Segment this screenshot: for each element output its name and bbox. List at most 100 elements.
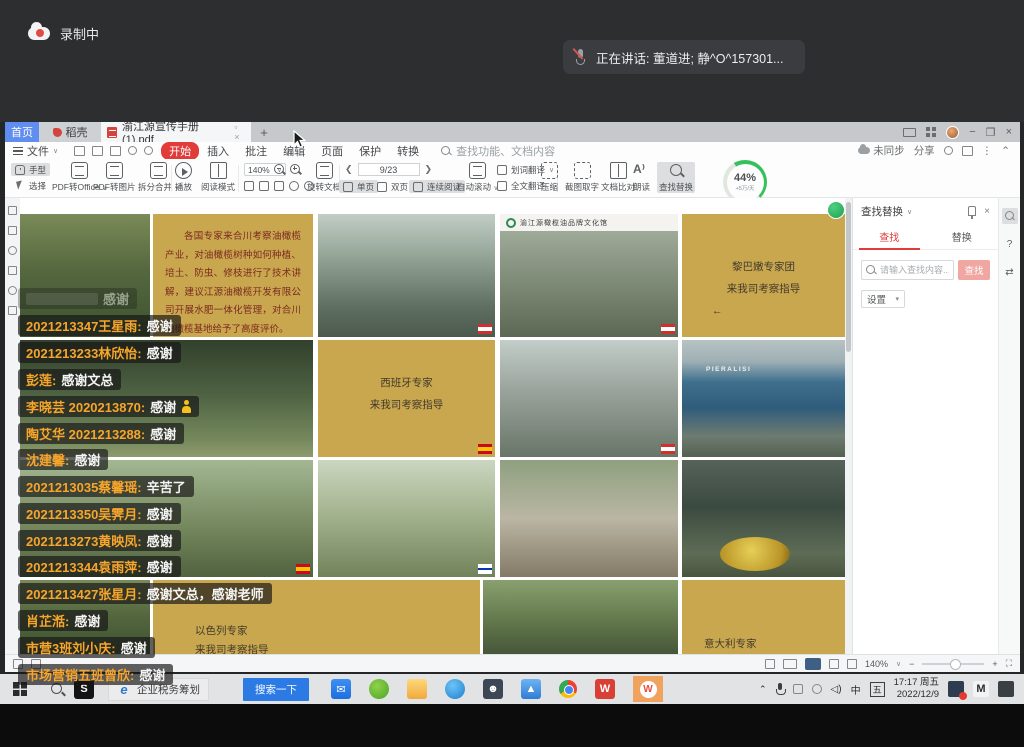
file-menu[interactable]: 文件 ∨ [5,143,66,159]
tab-home[interactable]: 首页 [5,122,39,142]
open-icon[interactable] [74,146,85,156]
panel-dropdown-icon[interactable]: ∨ [907,208,912,216]
person-app-icon[interactable]: ☻ [483,679,503,699]
tab-close-icon[interactable]: ▫ × [234,122,245,142]
tab-document[interactable]: 渝江源宣传手册(1).pdf ▫ × [101,122,251,142]
user-avatar[interactable] [946,126,959,139]
attachment-icon[interactable] [8,266,17,275]
start-button[interactable] [0,682,40,696]
find-replace-button[interactable]: 查找替换 [657,162,695,193]
panel-close-icon[interactable]: × [984,206,990,217]
next-page-icon[interactable]: ❯ [425,164,433,175]
apps-grid-icon[interactable] [926,127,936,137]
photos-app-icon[interactable]: ▲ [521,679,541,699]
play-button[interactable]: 播放 [175,162,192,193]
options-slider-icon[interactable]: ⇄ [1002,264,1018,280]
fit-page-status-icon[interactable] [829,659,839,669]
fullscreen-icon[interactable]: ⛶ [1006,658,1012,669]
tray-expand-icon[interactable]: ⌃ [759,684,767,695]
settings-dropdown[interactable]: 设置 ▾ [861,290,905,308]
thumbnail-icon[interactable] [8,226,17,235]
browser-sphere-icon[interactable] [445,679,465,699]
new-tab-button[interactable]: + [251,122,277,142]
menu-tab-insert[interactable]: 插入 [199,142,237,160]
status-zoom-value[interactable]: 140% [865,659,888,669]
meeting-app-icon[interactable]: M [973,681,989,697]
undo-icon[interactable] [128,146,137,155]
page-indicator[interactable]: 9/23 [358,163,420,176]
globe-icon[interactable] [944,146,953,155]
menu-tab-protect[interactable]: 保护 [351,142,389,160]
tab-docer[interactable]: 稻壳 [39,122,101,142]
command-search[interactable]: 查找功能、文档内容 [441,143,555,159]
single-page-view-icon[interactable] [765,659,775,669]
prev-page-icon[interactable]: ❮ [345,164,353,175]
doc-compare-button[interactable]: 文档比对 [601,162,635,193]
search-task-button[interactable]: 搜索一下 [243,678,309,701]
menu-tab-start[interactable]: 开始 [161,142,199,160]
help-icon[interactable]: ? [1002,236,1018,252]
page-mode-icon[interactable] [805,658,821,670]
rotate-doc-button[interactable]: 旋转文档 [307,162,341,193]
wps-task-button[interactable]: W [633,676,663,702]
green-app-icon[interactable] [369,679,389,699]
more-menu-icon[interactable]: ⋮ [982,145,993,157]
notes-icon[interactable] [31,659,41,669]
find-tab[interactable]: 查找 [853,225,926,249]
print-icon[interactable] [110,146,121,156]
ie-task-button[interactable]: e 企业税务筹划 [108,678,209,701]
bookmark-icon[interactable] [8,206,17,215]
pin-icon[interactable] [968,206,976,216]
split-merge-button[interactable]: 拆分合并 ∨ [138,162,180,193]
double-page-view-icon[interactable] [783,659,797,669]
fit-page-icon[interactable] [244,181,254,191]
chrome-icon[interactable] [559,680,577,698]
compress-button[interactable]: 压缩 [541,162,558,193]
layout-icon[interactable] [903,128,916,137]
save-icon[interactable] [92,146,103,156]
find-button[interactable]: 查找 [958,260,990,280]
actual-size-icon[interactable] [274,181,284,191]
minimize-button[interactable]: − [969,126,975,138]
zoom-in-icon[interactable] [289,163,301,175]
mail-app-icon[interactable]: ✉ [331,679,351,699]
redo-icon[interactable] [144,146,153,155]
chat-app-icon[interactable] [998,681,1014,697]
collapse-ribbon-icon[interactable]: ⌃ [1001,145,1010,157]
taskbar-search-icon[interactable] [50,682,64,696]
comment-bubble-icon[interactable] [962,146,973,156]
pdf-page[interactable]: 各国专家来合川考察油橄榄产业，对油橄榄树种如何种植、培土、防虫、修枝进行了技术讲… [20,198,845,654]
w-app-icon[interactable]: W [595,679,615,699]
tray-mic-icon[interactable] [776,683,784,695]
sync-status[interactable]: 未同步 [858,143,905,158]
rotate-left-icon[interactable] [289,181,299,191]
replace-tab[interactable]: 替换 [926,225,999,249]
fit-width-status-icon[interactable] [847,659,857,669]
zoom-slider[interactable] [922,663,984,665]
pdf-to-image-button[interactable]: PDF转图片 [93,162,136,193]
page-float-badge[interactable] [827,201,845,219]
restore-button[interactable]: ❐ [986,126,996,139]
select-tool-button[interactable]: 选择 [11,179,50,192]
screenshot-ocr-button[interactable]: 截图取字 [565,162,599,193]
network-icon[interactable] [812,684,822,694]
notification-app-icon[interactable] [948,681,964,697]
zoom-plus-icon[interactable]: + [992,659,997,669]
find-tool-icon[interactable] [1002,208,1018,224]
menu-tab-page[interactable]: 页面 [313,142,351,160]
ime-indicator[interactable]: 中 [851,682,861,697]
vertical-scrollbar[interactable] [845,198,852,654]
ime-mode-box[interactable]: 五 [870,682,885,697]
read-mode-button[interactable]: 阅读模式 [201,162,235,193]
comment-icon[interactable] [8,246,17,255]
zoom-out-icon[interactable] [273,163,285,175]
hand-tool-button[interactable]: 手型 [11,163,50,176]
menu-tab-comment[interactable]: 批注 [237,142,275,160]
close-button[interactable]: × [1006,126,1012,138]
zoom-dropdown-icon[interactable]: ∨ [896,660,901,668]
volume-icon[interactable]: ◁) [831,684,842,695]
stock-app-icon[interactable]: S [74,679,94,699]
folder-icon[interactable] [407,679,427,699]
contents-icon[interactable] [13,659,23,669]
fit-width-icon[interactable] [259,181,269,191]
